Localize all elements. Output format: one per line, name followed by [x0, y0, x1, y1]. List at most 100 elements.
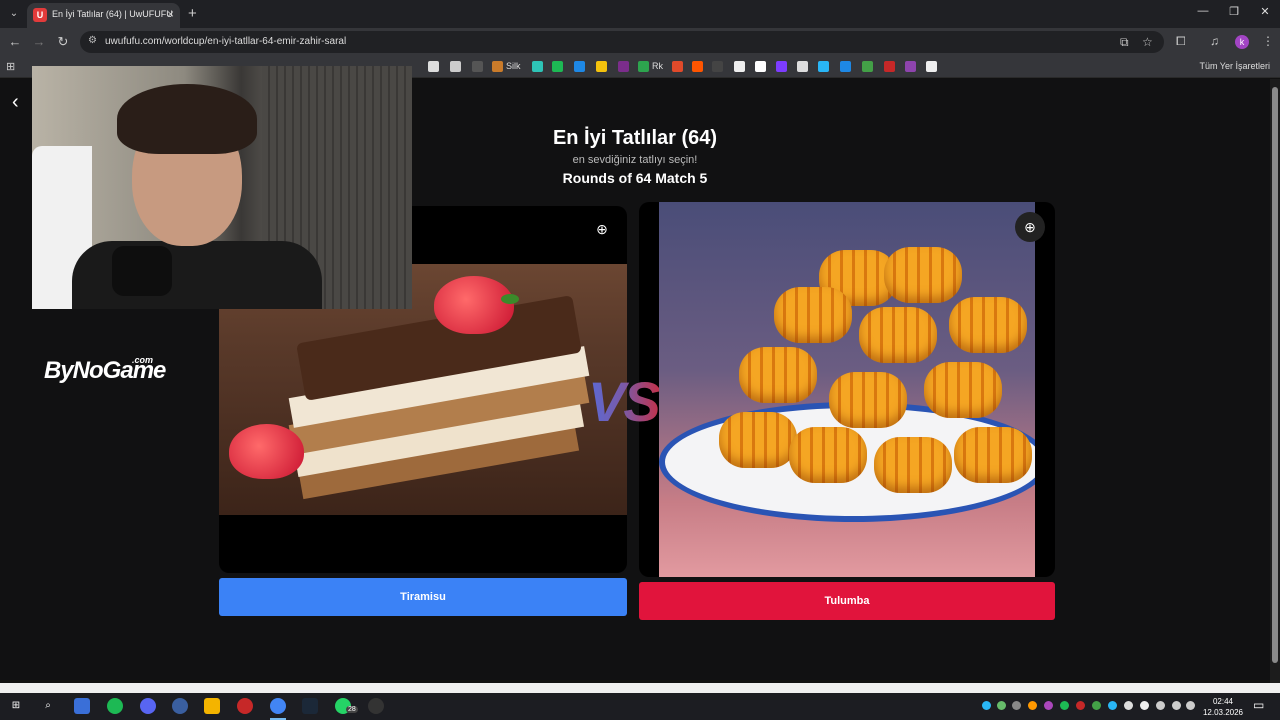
- tray-icon[interactable]: [997, 701, 1006, 710]
- tulumba-choice-button[interactable]: Tulumba: [639, 582, 1055, 620]
- browser-toolbar: ← → ↻ ⚙ uwufufu.com/worldcup/en-iyi-tatl…: [0, 28, 1280, 56]
- uwufufu-favicon-icon: U: [33, 8, 47, 22]
- close-window-icon[interactable]: ✕: [1250, 5, 1280, 18]
- menu-dots-icon[interactable]: ⋮: [1262, 34, 1274, 48]
- tray-icon[interactable]: [1060, 701, 1069, 710]
- round-indicator: Rounds of 64 Match 5: [562, 170, 708, 186]
- tray-icon[interactable]: [1092, 701, 1101, 710]
- vs-label: VS: [588, 370, 661, 433]
- tulumba-piece: [739, 347, 817, 403]
- bookmark-icon[interactable]: [884, 61, 895, 72]
- tulumba-piece: [874, 437, 952, 493]
- tiramisu-choice-button[interactable]: Tiramisu: [219, 578, 627, 616]
- tulumba-piece: [774, 287, 852, 343]
- extensions-icon[interactable]: ⧠: [1176, 34, 1186, 49]
- bookmark-icon[interactable]: [574, 61, 585, 72]
- new-tab-plus-icon[interactable]: +: [188, 5, 197, 22]
- microphone-tray-icon[interactable]: [1156, 701, 1165, 710]
- bynogame-logo-suffix: .com: [132, 355, 154, 365]
- tray-icon[interactable]: [1140, 701, 1149, 710]
- rk-bookmark-label[interactable]: Rk: [652, 61, 663, 71]
- minimize-icon[interactable]: —: [1188, 5, 1218, 17]
- bookmark-icon[interactable]: [692, 61, 703, 72]
- scrollbar-thumb[interactable]: [1272, 87, 1278, 663]
- clock-time: 02:44: [1212, 697, 1234, 706]
- microphone: [112, 246, 172, 296]
- active-tab[interactable]: U En İyi Tatlılar (64) | UwUFUFU ×: [27, 3, 180, 28]
- bookmark-icon[interactable]: [450, 61, 461, 72]
- bookmark-star-icon[interactable]: ☆: [1142, 35, 1153, 49]
- volume-icon[interactable]: [1186, 701, 1195, 710]
- right-choice-card[interactable]: ⊕: [639, 202, 1055, 577]
- tulumba-piece: [829, 372, 907, 428]
- media-control-icon[interactable]: ♫: [1210, 34, 1219, 48]
- bookmark-icon[interactable]: [672, 61, 683, 72]
- tab-bar: ⌄ U En İyi Tatlılar (64) | UwUFUFU × + —…: [0, 0, 1280, 28]
- tab-search-chevron-icon[interactable]: ⌄: [4, 4, 24, 24]
- page-title: En İyi Tatlılar (64): [552, 127, 718, 149]
- search-icon[interactable]: ⌕: [40, 698, 56, 714]
- bookmark-icon[interactable]: [712, 61, 723, 72]
- tray-icon[interactable]: [1076, 701, 1085, 710]
- bookmark-icon[interactable]: [552, 61, 563, 72]
- zoom-in-icon[interactable]: ⊕: [587, 214, 617, 244]
- bookmark-icon[interactable]: [755, 61, 766, 72]
- tulumba-piece: [884, 247, 962, 303]
- spotify-icon[interactable]: [107, 698, 123, 714]
- bookmark-icon[interactable]: [840, 61, 851, 72]
- app-icon[interactable]: [172, 698, 188, 714]
- discord-icon[interactable]: [140, 698, 156, 714]
- silk-bookmark-label[interactable]: Silk: [506, 61, 521, 71]
- bookmark-icon[interactable]: [776, 61, 787, 72]
- back-icon[interactable]: ←: [6, 33, 24, 51]
- tray-icon[interactable]: [1044, 701, 1053, 710]
- restore-icon[interactable]: ❐: [1219, 5, 1249, 18]
- file-explorer-icon[interactable]: [204, 698, 220, 714]
- whatsapp-badge: 28: [346, 706, 358, 713]
- bookmark-icon[interactable]: [532, 61, 543, 72]
- opera-icon[interactable]: [237, 698, 253, 714]
- tray-icon[interactable]: [1028, 701, 1037, 710]
- reload-icon[interactable]: ↻: [54, 33, 72, 51]
- bookmark-icon[interactable]: [734, 61, 745, 72]
- forward-icon[interactable]: →: [30, 33, 48, 51]
- bookmark-icon[interactable]: [818, 61, 829, 72]
- bookmark-icon[interactable]: [596, 61, 607, 72]
- bookmark-icon[interactable]: [862, 61, 873, 72]
- vertical-scrollbar[interactable]: [1270, 79, 1280, 683]
- all-bookmarks-folder[interactable]: Tüm Yer İşaretleri: [1199, 61, 1270, 71]
- bookmark-icon[interactable]: [926, 61, 937, 72]
- chrome-icon[interactable]: [270, 698, 286, 714]
- network-icon[interactable]: [1172, 701, 1181, 710]
- zoom-in-icon[interactable]: ⊕: [1015, 212, 1045, 242]
- horizontal-scrollbar[interactable]: [0, 683, 1280, 693]
- tray-icon[interactable]: [1124, 701, 1133, 710]
- site-info-icon[interactable]: ⚙: [88, 35, 97, 46]
- steam-icon[interactable]: [302, 698, 318, 714]
- back-chevron-icon[interactable]: ‹: [12, 91, 19, 114]
- taskview-icon[interactable]: [74, 698, 90, 714]
- translate-icon[interactable]: ⧉: [1120, 35, 1129, 50]
- profile-avatar[interactable]: k: [1235, 35, 1249, 49]
- silk-bookmark-icon[interactable]: [492, 61, 503, 72]
- tray-icon[interactable]: [1108, 701, 1117, 710]
- bookmark-icon[interactable]: [618, 61, 629, 72]
- windows-start-icon[interactable]: ⊞: [8, 698, 24, 714]
- strawberry: [434, 276, 514, 334]
- bookmark-icon[interactable]: [428, 61, 439, 72]
- address-bar[interactable]: ⚙ uwufufu.com/worldcup/en-iyi-tatllar-64…: [80, 31, 1164, 53]
- tray-icon[interactable]: [1012, 701, 1021, 710]
- tulumba-image[interactable]: [659, 202, 1035, 577]
- bookmark-icon[interactable]: [905, 61, 916, 72]
- windows-taskbar: ⊞ ⌕ 28 02:44 12.03.2026 ▭: [0, 693, 1280, 720]
- bookmark-icon[interactable]: [472, 61, 483, 72]
- apps-grid-icon[interactable]: ⊞: [6, 60, 15, 73]
- tray-icon[interactable]: [982, 701, 991, 710]
- notification-icon[interactable]: ▭: [1253, 698, 1264, 712]
- tab-close-icon[interactable]: ×: [167, 7, 174, 21]
- rk-bookmark-icon[interactable]: [638, 61, 649, 72]
- obs-icon[interactable]: [368, 698, 384, 714]
- bookmark-icon[interactable]: [797, 61, 808, 72]
- system-clock[interactable]: 02:44 12.03.2026: [1198, 696, 1248, 718]
- strawberry-leaf: [501, 294, 519, 304]
